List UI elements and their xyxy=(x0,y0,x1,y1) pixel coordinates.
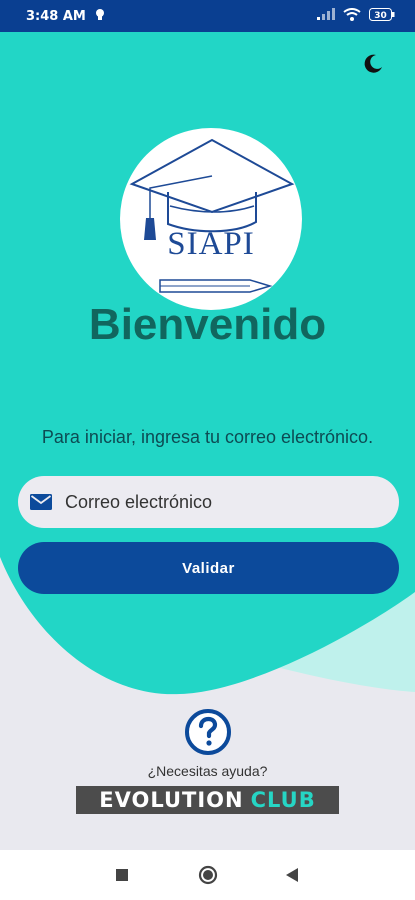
battery-level: 30 xyxy=(374,11,387,21)
signal-icon xyxy=(317,8,335,24)
email-field[interactable] xyxy=(18,476,399,528)
brand-part1: EVOLUTION xyxy=(99,788,244,812)
siapi-logo: SIAPI xyxy=(120,128,302,310)
circle-icon[interactable] xyxy=(198,865,218,885)
welcome-title: Bienvenido xyxy=(88,300,327,349)
status-bar: 3:48 AM 30 xyxy=(0,0,415,32)
notification-icon xyxy=(94,8,106,25)
logo-text: SIAPI xyxy=(167,226,255,262)
login-screen: SIAPI Bienvenido Para iniciar, ingresa t… xyxy=(0,32,415,850)
mail-icon xyxy=(30,494,52,510)
battery-icon: 30 xyxy=(369,7,395,25)
evolution-club-logo: EVOLUTION CLUB xyxy=(76,786,339,814)
navigation-bar xyxy=(0,850,415,900)
email-input[interactable] xyxy=(65,491,365,513)
login-instruction: Para iniciar, ingresa tu correo electrón… xyxy=(41,427,374,447)
question-circle-icon[interactable] xyxy=(184,708,232,756)
validate-button[interactable]: Validar xyxy=(18,542,399,594)
status-time: 3:48 AM xyxy=(26,8,86,24)
status-left: 3:48 AM xyxy=(26,8,106,25)
brand-part2: CLUB xyxy=(250,788,316,812)
square-icon[interactable] xyxy=(115,868,129,882)
triangle-back-icon[interactable] xyxy=(285,867,299,883)
graduation-cap-icon xyxy=(129,138,295,293)
help-link[interactable]: ¿Necesitas ayuda? xyxy=(0,763,415,779)
moon-icon[interactable] xyxy=(361,52,385,76)
status-right: 30 xyxy=(317,7,395,25)
wifi-icon xyxy=(343,7,361,25)
